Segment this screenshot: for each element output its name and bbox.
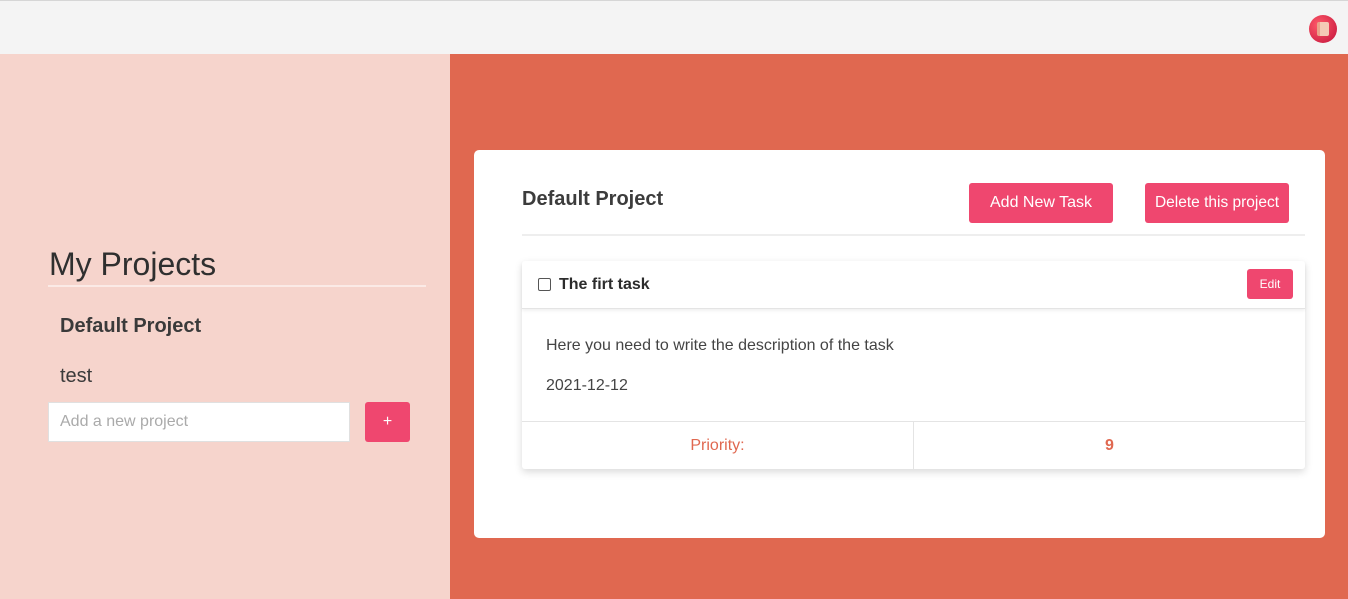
sidebar-divider bbox=[48, 285, 426, 287]
project-item-default[interactable]: Default Project bbox=[60, 312, 201, 362]
add-task-button[interactable]: Add New Task bbox=[969, 183, 1113, 223]
project-list: Default Project test bbox=[60, 312, 201, 412]
priority-label: Priority: bbox=[690, 436, 745, 454]
task-complete-checkbox[interactable] bbox=[538, 278, 551, 291]
extension-icon[interactable] bbox=[1309, 15, 1337, 43]
task-card: The firt task Edit Here you need to writ… bbox=[522, 261, 1305, 469]
add-project-button[interactable]: + bbox=[365, 402, 410, 442]
browser-toolbar bbox=[0, 0, 1348, 54]
project-card: Default Project Add New Task Delete this… bbox=[474, 150, 1325, 538]
task-footer: Priority: 9 bbox=[522, 421, 1305, 469]
task-description: Here you need to write the description o… bbox=[546, 337, 894, 354]
task-date: 2021-12-12 bbox=[546, 377, 628, 394]
task-title: The firt task bbox=[559, 276, 650, 293]
sidebar-title: My Projects bbox=[49, 246, 217, 282]
delete-project-button[interactable]: Delete this project bbox=[1145, 183, 1289, 223]
main-panel: Default Project Add New Task Delete this… bbox=[450, 54, 1348, 599]
new-project-input[interactable] bbox=[48, 402, 350, 442]
priority-value: 9 bbox=[913, 422, 1305, 469]
task-header: The firt task Edit bbox=[522, 261, 1305, 309]
sidebar: My Projects Default Project test + bbox=[0, 54, 450, 599]
extension-icon-glyph bbox=[1317, 22, 1329, 36]
edit-task-button[interactable]: Edit bbox=[1247, 269, 1293, 299]
card-divider bbox=[522, 234, 1305, 236]
project-title: Default Project bbox=[522, 188, 664, 210]
